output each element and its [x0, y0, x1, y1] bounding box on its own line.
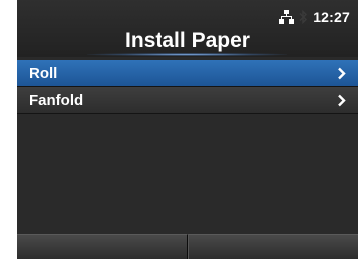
printer-display: 12:27 Install Paper Roll Fanfold	[17, 0, 358, 259]
bluetooth-icon	[299, 10, 308, 24]
menu-item-label: Fanfold	[29, 92, 84, 109]
header-bar: 12:27 Install Paper	[17, 0, 358, 57]
soft-key-right[interactable]	[187, 234, 358, 259]
menu-item-fanfold[interactable]: Fanfold	[17, 87, 358, 114]
chevron-right-icon	[338, 94, 346, 107]
menu-item-label: Roll	[29, 65, 58, 82]
menu-list: Roll Fanfold	[17, 60, 358, 234]
page-title: Install Paper	[125, 29, 250, 52]
chevron-right-icon	[338, 67, 346, 80]
title-underline-glow	[87, 53, 287, 56]
status-bar: 12:27	[279, 9, 350, 25]
network-icon	[279, 10, 295, 24]
clock: 12:27	[313, 9, 350, 25]
menu-item-roll[interactable]: Roll	[17, 60, 358, 87]
soft-key-bar	[17, 234, 358, 259]
soft-key-left[interactable]	[17, 234, 188, 259]
